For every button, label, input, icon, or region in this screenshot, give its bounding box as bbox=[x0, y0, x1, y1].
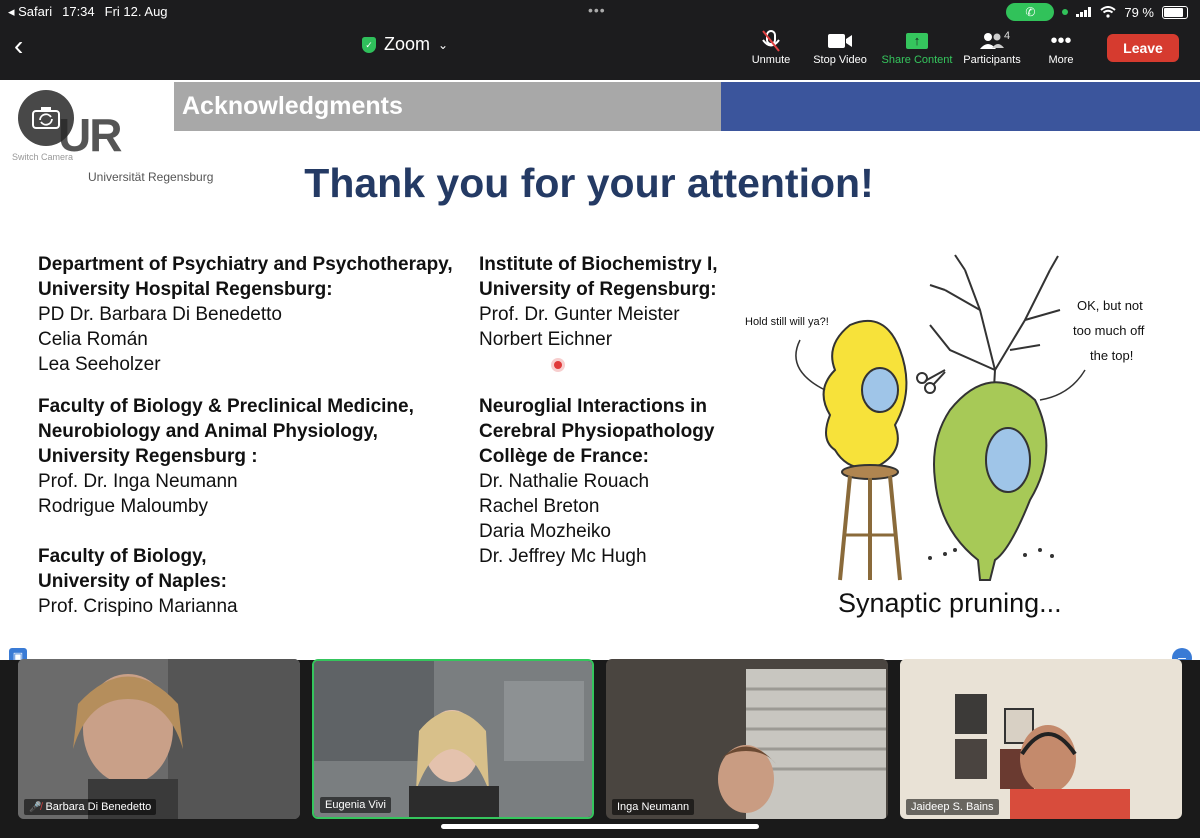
participant-count: 4 bbox=[1004, 30, 1011, 42]
slide-header-title: Acknowledgments bbox=[182, 92, 403, 120]
participant-tile[interactable]: 🎤̸ Barbara Di Benedetto bbox=[18, 659, 300, 819]
multitasking-dots-icon[interactable]: ••• bbox=[588, 2, 606, 18]
muted-mic-icon: 🎤̸ bbox=[29, 801, 42, 813]
video-camera-icon bbox=[800, 28, 880, 54]
participants-button[interactable]: 4 Participants bbox=[952, 28, 1032, 66]
battery-percentage: 79 % bbox=[1124, 4, 1154, 20]
status-date: Fri 12. Aug bbox=[104, 4, 168, 19]
slide-header-accent bbox=[721, 82, 1200, 131]
participant-name-label: Inga Neumann bbox=[612, 799, 695, 815]
ack-left-column: Department of Psychiatry and Psychothera… bbox=[38, 254, 453, 617]
slide-title: Thank you for your attention! bbox=[304, 160, 874, 206]
participant-tile[interactable]: Jaideep S. Bains bbox=[900, 659, 1182, 819]
participant-video bbox=[314, 661, 592, 817]
synaptic-pruning-cartoon: Hold still will ya?! OK, but not too muc… bbox=[745, 254, 1145, 618]
switch-camera-button[interactable] bbox=[18, 90, 74, 146]
participant-name-label: Eugenia Vivi bbox=[320, 797, 391, 813]
bubble-right-line3: the top! bbox=[1090, 348, 1133, 363]
laser-pointer-dot bbox=[554, 361, 562, 369]
bubble-right-line2: too much off bbox=[1073, 323, 1145, 338]
home-indicator[interactable] bbox=[441, 824, 759, 829]
share-content-button[interactable]: ↑ Share Content bbox=[877, 28, 957, 66]
wifi-icon bbox=[1100, 6, 1117, 18]
share-screen-icon: ↑ bbox=[906, 33, 928, 49]
camera-rotate-icon bbox=[32, 107, 60, 129]
chevron-down-icon: ⌄ bbox=[438, 37, 449, 52]
participant-name-label: Jaideep S. Bains bbox=[906, 799, 999, 815]
security-shield-icon: ✓ bbox=[362, 36, 376, 53]
bubble-right-line1: OK, but not bbox=[1077, 298, 1143, 313]
zoom-toolbar: ‹ ✓ Zoom ⌄ Unmute Stop Video ↑ Share Con… bbox=[0, 24, 1200, 80]
cartoon-caption: Synaptic pruning... bbox=[838, 588, 1062, 618]
more-button[interactable]: ••• More bbox=[1021, 28, 1101, 67]
bubble-left-text: Hold still will ya?! bbox=[745, 316, 829, 328]
unmute-button[interactable]: Unmute bbox=[731, 28, 811, 66]
meeting-title: Zoom bbox=[384, 34, 431, 54]
status-time: 17:34 bbox=[62, 4, 95, 19]
participant-name-label: 🎤̸ Barbara Di Benedetto bbox=[24, 799, 157, 815]
battery-icon bbox=[1162, 5, 1188, 19]
stop-video-button[interactable]: Stop Video bbox=[800, 28, 880, 66]
shared-slide: Acknowledgments UR Universität Regensbur… bbox=[0, 80, 1200, 660]
ack-right-column: Institute of Biochemistry I, University … bbox=[479, 254, 718, 567]
mic-in-use-indicator-icon bbox=[1062, 9, 1069, 15]
back-to-app-link[interactable]: ◂ Safari bbox=[8, 4, 52, 20]
participants-icon bbox=[952, 28, 1032, 54]
cellular-signal-icon bbox=[1076, 7, 1092, 17]
active-speaker-tile[interactable]: Eugenia Vivi bbox=[312, 659, 594, 819]
meeting-title-dropdown[interactable]: ✓ Zoom ⌄ bbox=[362, 34, 448, 55]
microphone-off-icon bbox=[731, 28, 811, 54]
participant-video bbox=[900, 659, 1182, 819]
participant-video bbox=[18, 659, 300, 819]
call-indicator-icon[interactable]: ✆ bbox=[1006, 3, 1055, 21]
participant-video bbox=[606, 659, 888, 819]
participant-tile[interactable]: Inga Neumann bbox=[606, 659, 888, 819]
status-bar: ◂ Safari 17:34 Fri 12. Aug ••• ✆ 79 % bbox=[0, 0, 1200, 24]
leave-button[interactable]: Leave bbox=[1107, 34, 1179, 62]
more-dots-icon: ••• bbox=[1050, 29, 1072, 52]
back-chevron-icon[interactable]: ‹ bbox=[14, 30, 23, 62]
